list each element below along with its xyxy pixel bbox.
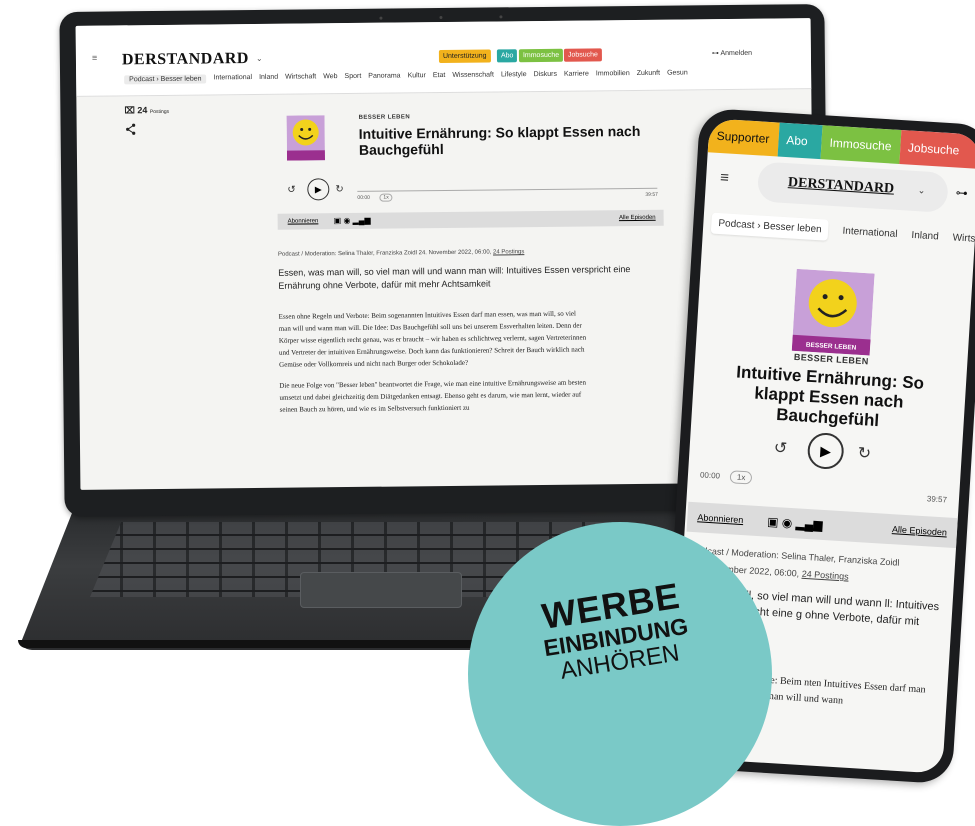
trackpad [300,572,462,608]
immosuche-button[interactable]: Immosuche [518,48,564,63]
article-paragraph: Essen ohne Regeln und Verbote: Beim soge… [278,309,587,369]
postings-label: Postings [149,108,170,116]
audio-player: ↺ ▶ ↻ 00:00 1x 39:57 [287,175,658,207]
menu-icon[interactable]: ≡ [92,53,97,63]
site-logo[interactable]: DERSTANDARD [122,50,249,69]
phone-top-bar: Supporter Abo Immosuche Jobsuche [707,118,975,169]
jobsuche-button[interactable]: Jobsuche [563,48,602,62]
play-button[interactable]: ▶ [806,431,845,471]
audio-player: ↺ ▶ ↻ [765,427,887,474]
article-paragraph: Die neue Folge von "Besser leben" beantw… [279,378,587,414]
meta-text: Podcast / Moderation: Selina Thaler, Fra… [277,249,492,258]
key-icon[interactable]: ⊶ [955,185,968,200]
site-header: ≡ DERSTANDARD ⌄ Unterstützung Abo Immosu… [75,18,812,97]
comment-icon: ⌧ [124,105,135,116]
nav-item[interactable]: Etat [433,72,446,81]
podcast-cover-image [286,115,326,161]
podcast-cover-image: BESSER LEBEN [791,268,875,356]
all-episodes-link[interactable]: Alle Episoden [891,514,948,547]
time-end: 39:57 [926,494,948,505]
nav-item[interactable]: Sport [344,73,361,82]
nav-item[interactable]: International [213,74,252,83]
nav-item[interactable]: Web [323,73,337,82]
supporter-button[interactable]: Supporter [707,118,780,157]
share-icon[interactable] [125,123,137,138]
phone-nav: Podcast › Besser leben International Inl… [710,212,975,251]
immosuche-button[interactable]: Immosuche [820,125,902,164]
nav-item[interactable]: Wirtschaft [285,73,316,82]
play-button[interactable]: ▶ [307,178,330,201]
subscribe-bar: Abonnieren ▣ ◉ ▂▄▆ Alle Episoden [686,501,958,549]
nav-item[interactable]: Gesun [667,69,688,78]
subscribe-bar: Abonnieren ▣ ◉ ▂▄▆ Alle Episoden [277,209,664,230]
support-button[interactable]: Unterstützung [438,49,491,64]
abo-button[interactable]: Abo [777,122,823,160]
main-nav: Podcast › Besser leben International Inl… [124,69,695,85]
rewind-icon[interactable]: ↺ [773,438,788,459]
episode-kicker: BESSER LEBEN [358,114,411,121]
time-start: 00:00 [357,194,370,201]
progress-track[interactable] [357,187,658,192]
nav-item-podcast[interactable]: Podcast › Besser leben [710,212,830,241]
episode-title: Intuitive Ernährung: So klappt Essen nac… [358,122,641,158]
nav-item[interactable]: Wirts [952,232,975,244]
nav-item[interactable]: Zukunft [637,70,660,79]
time-start: 00:00 [699,470,721,481]
postings-number: 24 [137,105,148,116]
subscribe-link[interactable]: Abonnieren [288,213,319,229]
login-label: Anmelden [720,49,753,58]
postings-link[interactable]: 24 Postings [801,569,849,582]
forward-icon[interactable]: ↻ [857,443,872,464]
nav-item[interactable]: Panorama [368,72,400,81]
nav-item[interactable]: Inland [911,230,939,243]
abo-button[interactable]: Abo [496,49,518,63]
time-end: 39:57 [645,191,658,198]
podcast-platform-icons[interactable]: ▣ ◉ ▂▄▆ [766,507,823,540]
forward-icon[interactable]: ↻ [335,184,344,195]
nav-item[interactable]: Wissenschaft [452,71,494,80]
nav-item[interactable]: Immobilien [596,70,630,79]
nav-item[interactable]: Diskurs [534,71,557,80]
chevron-down-icon[interactable]: ⌄ [917,185,925,196]
jobsuche-button[interactable]: Jobsuche [899,129,975,169]
postings-count[interactable]: ⌧ 24 Postings [124,105,169,116]
playback-time-row: 00:00 1x 39:57 [699,470,948,504]
podcast-platform-icons[interactable]: ▣ ◉ ▂▄▆ [334,213,371,229]
key-icon: ⊶ [711,50,719,58]
nav-item[interactable]: Karriere [564,70,589,79]
login-link[interactable]: ⊶ Anmelden [712,49,752,57]
all-episodes-link[interactable]: Alle Episoden [619,210,656,226]
rewind-icon[interactable]: ↺ [287,185,296,196]
nav-item-podcast[interactable]: Podcast › Besser leben [124,74,207,85]
subscribe-link[interactable]: Abonnieren [696,502,744,535]
chevron-down-icon[interactable]: ⌄ [256,54,263,63]
nav-item[interactable]: Kultur [408,72,426,81]
episode-title: Intuitive Ernährung: So klappt Essen nac… [735,362,925,431]
nav-item[interactable]: International [842,226,898,240]
camera-dot [379,16,383,20]
menu-icon[interactable]: ≡ [720,169,730,187]
nav-item[interactable]: Lifestyle [501,71,527,80]
article-lead: Essen, was man will, so viel man will un… [278,264,631,291]
speed-button[interactable]: 1x [729,470,753,485]
nav-item[interactable]: Inland [259,74,278,83]
article-body: Essen ohne Regeln und Verbote: Beim soge… [279,308,590,425]
camera-dot [499,15,503,19]
postings-link[interactable]: 24 Postings [493,249,524,255]
camera-dot [439,16,443,20]
article-meta: Podcast / Moderation: Selina Thaler, Fra… [278,249,524,258]
speed-button[interactable]: 1x [379,193,393,202]
